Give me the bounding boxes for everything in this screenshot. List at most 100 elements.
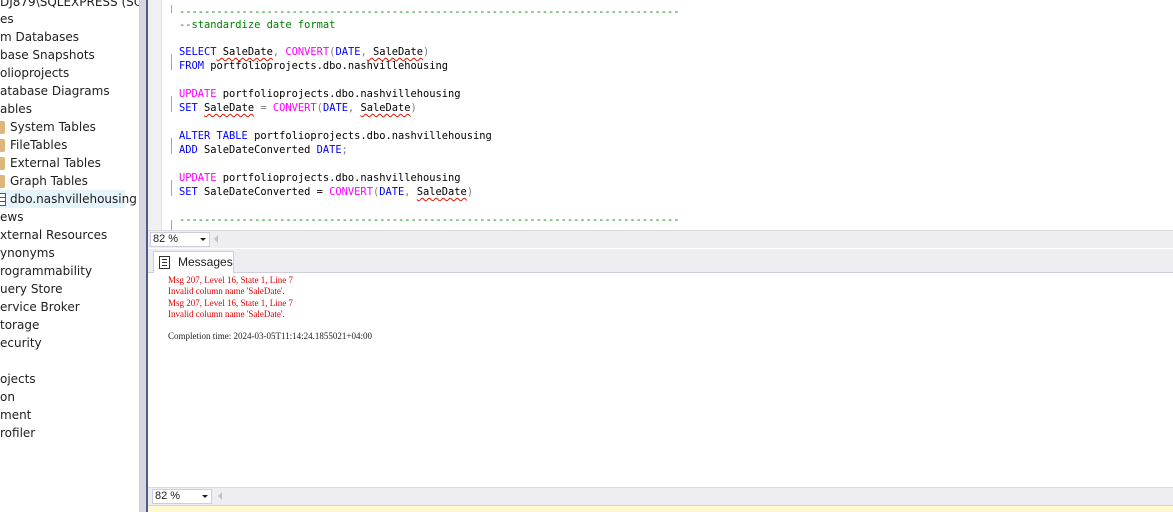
tree-item-management[interactable]: ment: [0, 406, 31, 424]
results-tab-strip: Messages: [148, 249, 1173, 273]
tree-item-security[interactable]: ecurity: [0, 334, 42, 352]
results-zoom-select[interactable]: 82 %: [152, 489, 212, 504]
error-message-line: Msg 207, Level 16, State 1, Line 7: [168, 275, 293, 285]
tree-item[interactable]: es: [0, 10, 14, 28]
punct-token: ): [410, 102, 417, 114]
code-line-select: SELECT SaleDate, CONVERT(DATE, SaleDate): [179, 45, 429, 59]
punct-token: ;: [341, 144, 348, 156]
editor-margin: [148, 0, 162, 230]
tree-item-storage[interactable]: torage: [0, 316, 39, 334]
tree-item-label: m Databases: [0, 30, 80, 44]
tree-item-label: dbo.nashvillehousing: [10, 192, 137, 206]
operator-token: =: [254, 102, 273, 114]
keyword-token: DATE: [335, 46, 361, 58]
tree-item-xevent-profiler[interactable]: rofiler: [0, 424, 35, 442]
keyword-token: DATE: [379, 186, 405, 198]
tree-item-filetables[interactable]: FileTables: [0, 136, 67, 154]
scroll-left-icon[interactable]: [214, 235, 218, 243]
tree-item-query-store[interactable]: uery Store: [0, 280, 63, 298]
tree-item-graph-tables[interactable]: Graph Tables: [0, 172, 88, 190]
tree-item-system-databases[interactable]: m Databases: [0, 28, 79, 46]
zoom-value: 82 %: [155, 490, 181, 502]
identifier-token: SaleDateConverted =: [197, 186, 330, 198]
tree-item-label: FileTables: [10, 138, 68, 152]
tree-item-label: ecurity: [0, 336, 42, 350]
function-token: CONVERT: [272, 102, 317, 114]
keyword-token: DATE: [322, 102, 348, 114]
tree-item-label: base Snapshots: [0, 48, 95, 62]
code-line-separator: ----------------------------------------…: [179, 5, 679, 19]
keyword-token: ALTER TABLE: [179, 130, 248, 142]
code-line-update: UPDATE portfolioprojects.dbo.nashvilleho…: [179, 87, 461, 101]
keyword-token: ADD: [179, 144, 198, 156]
server-label: DJ879\SQLEXPRESS (SQL S: [0, 0, 139, 9]
tree-item-label: rofiler: [0, 426, 36, 440]
tree-item-label: es: [0, 12, 14, 26]
error-message-line: Invalid column name 'SaleDate'.: [168, 308, 285, 319]
tree-item-views[interactable]: ews: [0, 208, 23, 226]
chevron-down-icon: [202, 495, 208, 498]
tree-item-external-resources[interactable]: xternal Resources: [0, 226, 107, 244]
editor-zoom-bar: 82 %: [148, 230, 1173, 248]
tree-item-label: System Tables: [10, 120, 96, 134]
tree-item-synonyms[interactable]: ynonyms: [0, 244, 55, 262]
tree-item-external-tables[interactable]: External Tables: [0, 154, 101, 172]
identifier-token: SaleDate: [416, 186, 467, 198]
tree-item-system-tables[interactable]: System Tables: [0, 118, 96, 136]
code-line-from: FROM portfolioprojects.dbo.nashvillehous…: [179, 59, 448, 73]
messages-output: Msg 207, Level 16, State 1, Line 7 Inval…: [168, 275, 372, 343]
comment-token: ----------------------------------------…: [179, 214, 680, 226]
tab-messages[interactable]: Messages: [153, 251, 234, 273]
object-explorer: DJ879\SQLEXPRESS (SQL S es m Databases b…: [0, 0, 139, 512]
tree-item-label: ews: [0, 210, 24, 224]
panel-splitter[interactable]: [139, 0, 148, 512]
tree-item-database-snapshots[interactable]: base Snapshots: [0, 46, 95, 64]
tree-item-label: ynonyms: [0, 246, 55, 260]
identifier-token: portfolioprojects.dbo.nashvillehousing: [216, 88, 461, 100]
zoom-value: 82 %: [153, 233, 179, 245]
messages-icon: [159, 256, 170, 269]
error-message-line: Msg 207, Level 16, State 1, Line 7: [168, 297, 293, 308]
tree-item-label: ervice Broker: [0, 300, 80, 314]
tree-item-label: Graph Tables: [10, 174, 88, 188]
tree-item-programmability[interactable]: rogrammability: [0, 262, 92, 280]
folder-icon: [0, 121, 5, 134]
identifier-token: SaleDate: [204, 102, 255, 114]
tab-messages-label: Messages: [178, 255, 233, 269]
status-strip: [148, 505, 1173, 512]
tree-item-tables[interactable]: ables: [0, 100, 32, 118]
keyword-token: FROM: [179, 60, 205, 72]
keyword-token: SET: [179, 186, 198, 198]
chevron-down-icon: [200, 238, 206, 241]
punct-token: ): [466, 186, 474, 198]
tree-item-label: rogrammability: [0, 264, 93, 278]
completion-time-line: Completion time: 2024-03-05T11:14:24.185…: [168, 331, 372, 342]
code-line-set-2: SET SaleDateConverted = CONVERT(DATE, Sa…: [179, 185, 473, 199]
tree-item-dbo-nashvillehousing[interactable]: dbo.nashvillehousing: [0, 190, 137, 208]
results-zoom-bar: 82 %: [148, 487, 1173, 505]
server-node[interactable]: DJ879\SQLEXPRESS (SQL S: [0, 0, 139, 11]
folder-icon: [0, 157, 5, 170]
tree-item-replication[interactable]: on: [0, 388, 15, 406]
punct-token: ,: [404, 186, 417, 198]
fold-line: [171, 180, 172, 196]
editor-zoom-select[interactable]: 82 %: [150, 232, 210, 247]
query-editor[interactable]: ----------------------------------------…: [148, 0, 1173, 230]
tree-item-label: ojects: [0, 372, 36, 386]
tree-item-label: olioprojects: [0, 66, 70, 80]
tree-item-objects[interactable]: ojects: [0, 370, 36, 388]
function-token: UPDATE: [179, 88, 217, 100]
tree-item-database-diagrams[interactable]: atabase Diagrams: [0, 82, 110, 100]
tree-item-label: torage: [0, 318, 40, 332]
tree-item-portfolioprojects[interactable]: olioprojects: [0, 64, 69, 82]
fold-line: [171, 54, 172, 70]
fold-line: [171, 5, 172, 13]
table-icon: [0, 193, 6, 206]
folder-icon: [0, 175, 5, 188]
keyword-token: SET: [179, 102, 198, 114]
code-line-comment: --standardize date format: [179, 18, 335, 32]
tree-item-service-broker[interactable]: ervice Broker: [0, 298, 80, 316]
fold-line: [171, 138, 172, 154]
identifier-token: SaleDate: [216, 46, 273, 58]
scroll-left-icon[interactable]: [218, 492, 222, 500]
